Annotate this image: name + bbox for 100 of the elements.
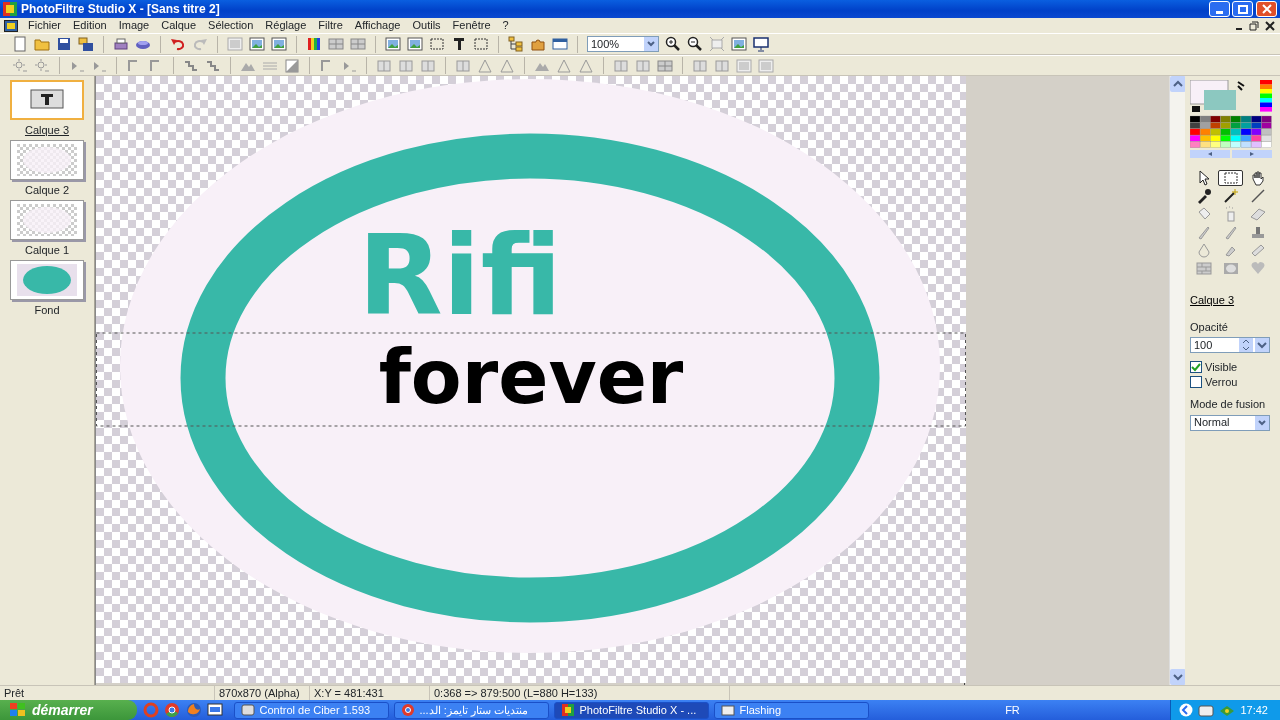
browser-icon[interactable] [164,702,180,718]
image-icon[interactable] [407,36,423,52]
minimize-button[interactable] [1208,1,1230,17]
sun-icon[interactable] [12,57,28,74]
layer-name[interactable]: Calque 1 [24,244,69,256]
layer-thumbnail[interactable] [10,260,84,300]
menu-item[interactable]: Outils [406,18,447,33]
layer-name[interactable]: Calque 3 [24,124,69,136]
zoom-out-icon[interactable] [687,36,703,52]
panel-icon[interactable] [376,57,392,74]
layer-thumbnail[interactable] [10,200,84,240]
swirl-icon[interactable] [142,702,159,718]
chevron-icon[interactable] [1179,703,1194,717]
panel-icon[interactable] [714,57,730,74]
panel-icon[interactable] [455,57,471,74]
image-icon[interactable] [271,36,287,52]
spin-arrows-icon[interactable] [1239,338,1269,352]
menu-item[interactable]: Sélection [202,18,260,33]
color-palette[interactable] [1190,80,1272,160]
menu-item[interactable]: Edition [67,18,113,33]
selection-icon[interactable] [1222,170,1239,186]
panel-icon[interactable] [635,57,651,74]
layer-thumbnail[interactable] [10,140,84,180]
image-icon[interactable] [758,57,774,74]
fit-frame-icon[interactable] [709,36,725,52]
layer-thumbnail[interactable] [10,80,84,120]
image-icon[interactable] [249,36,265,52]
drop-icon[interactable] [1195,242,1212,258]
grid-icon[interactable] [328,36,344,52]
menu-item[interactable]: ? [496,18,515,33]
image-icon[interactable] [227,36,243,52]
zoom-combo[interactable]: 100% [587,36,659,52]
opacity-field[interactable]: 100 [1190,337,1270,353]
magic-wand-icon[interactable] [1222,188,1239,204]
scroll-down-icon[interactable] [1170,669,1186,685]
close-button[interactable] [1256,1,1277,17]
folder-icon[interactable] [34,36,50,52]
layer-name[interactable]: Fond [34,304,60,316]
vignette-icon[interactable] [1222,260,1239,276]
zoom-in-icon[interactable] [665,36,681,52]
layer-name[interactable]: Calque 2 [24,184,69,196]
brick-icon[interactable] [1195,260,1212,276]
bandage-icon[interactable] [1249,242,1266,258]
taskbar-button[interactable]: Control de Ciber 1.593 [233,701,389,719]
menu-item[interactable]: Filtre [312,18,349,33]
image-icon[interactable] [385,36,401,52]
triangle-icon[interactable] [477,57,493,74]
triangle-icon[interactable] [556,57,572,74]
sun-icon[interactable] [34,57,50,74]
scrollbar[interactable] [1169,76,1185,685]
blend-mode-select[interactable]: Normal [1190,414,1270,431]
puzzle-icon[interactable] [530,36,546,52]
checkbox-label[interactable]: Verrou [1205,375,1238,389]
heart-icon[interactable] [1249,260,1266,276]
panel-icon[interactable] [692,57,708,74]
color-bars-icon[interactable] [306,36,322,52]
desktop-icon[interactable] [207,702,223,718]
taskbar-button[interactable]: Flashing [713,701,869,719]
menu-item[interactable]: Fenêtre [446,18,497,33]
save-layers-icon[interactable] [78,36,94,52]
text-tool-icon[interactable] [451,36,467,52]
menu-item[interactable]: Réglage [259,18,313,33]
layer-name-link[interactable]: Calque 3 [1190,292,1275,309]
panel-icon[interactable] [398,57,414,74]
restore-icon[interactable] [1249,20,1259,31]
grid-icon[interactable] [350,36,366,52]
scroll-up-icon[interactable] [1170,76,1186,92]
stamp-icon[interactable] [1249,224,1266,240]
document-icon[interactable] [4,19,18,32]
undo-icon[interactable] [170,36,186,52]
menu-item[interactable]: Affichage [348,18,407,33]
image-icon[interactable] [731,36,747,52]
monitor-icon[interactable] [753,36,769,52]
menu-item[interactable]: Fichier [22,18,67,33]
checkbox[interactable] [1190,361,1202,373]
close-icon[interactable] [1264,20,1275,31]
grid-icon[interactable] [657,57,673,74]
checkbox[interactable] [1190,376,1202,388]
menu-item[interactable]: Image [112,18,156,33]
window-icon[interactable] [552,36,568,52]
network-icon[interactable] [1219,703,1236,717]
menu-item[interactable]: Calque [155,18,203,33]
printer-icon[interactable] [113,36,129,52]
globe-icon[interactable] [185,702,202,718]
redo-icon[interactable] [192,36,208,52]
line-icon[interactable] [1249,188,1266,204]
taskbar-button[interactable]: PhotoFiltre Studio X - ... [553,701,709,719]
camera-icon[interactable] [1198,703,1215,717]
panel-icon[interactable] [420,57,436,74]
maximize-button[interactable] [1232,1,1254,17]
language-indicator[interactable]: FR [1005,701,1020,719]
triangle-icon[interactable] [578,57,594,74]
hand-icon[interactable] [1249,170,1266,186]
contrast-icon[interactable] [284,57,300,74]
checkbox-label[interactable]: Visible [1205,360,1238,374]
image-icon[interactable] [736,57,752,74]
triangle-icon[interactable] [499,57,515,74]
tree-icon[interactable] [508,36,524,52]
panel-icon[interactable] [613,57,629,74]
taskbar-button[interactable]: منتديات ستار تايمز: الد... [393,701,549,719]
